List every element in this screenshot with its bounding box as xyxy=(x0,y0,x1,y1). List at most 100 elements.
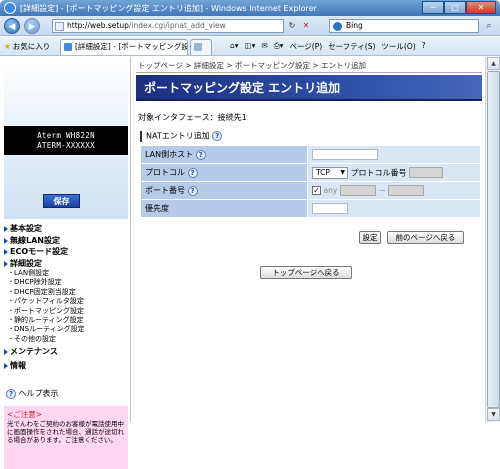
set-button[interactable]: 設定 xyxy=(359,231,381,244)
protocol-number-label: プロトコル番号 xyxy=(350,168,407,177)
sidebar-item-detail[interactable]: 詳細設定 xyxy=(2,258,130,270)
vertical-scrollbar[interactable]: ▲ ▼ xyxy=(485,57,500,422)
window-title: [詳細設定] - [ポートマッピング設定 エントリ追加] - Windows I… xyxy=(20,4,317,13)
address-path: /index.cgi/ipnat_add_view xyxy=(128,21,226,30)
new-tab-button[interactable] xyxy=(190,39,212,55)
sidebar: Aterm WH822N ATERM-XXXXXX 保存 基本設定 無線LAN設… xyxy=(0,57,131,469)
sidebar-subitem-port-mapping[interactable]: ポートマッピング設定 xyxy=(2,307,130,317)
model-id: ATERM-XXXXXX xyxy=(37,141,95,150)
help-icon[interactable]: ? xyxy=(212,131,223,141)
form-row-lan-host: LAN側ホスト ? xyxy=(140,145,481,164)
sidebar-subitem-other[interactable]: その他の設定 xyxy=(2,335,130,345)
search-placeholder: Bing xyxy=(346,21,363,30)
search-input[interactable]: Bing xyxy=(329,19,479,33)
tools-menu[interactable]: ツール(O) xyxy=(381,41,415,52)
sidebar-item-basic[interactable]: 基本設定 xyxy=(2,223,130,235)
notice-title: <ご注意> xyxy=(7,410,43,419)
breadcrumb: トップページ > 詳細設定 > ポートマッピング設定 > エントリ追加 xyxy=(138,61,367,70)
form-value-cell xyxy=(307,199,481,218)
form-value-cell: ✓ any － xyxy=(307,181,481,200)
form-value-cell xyxy=(307,145,481,164)
ie-logo-icon xyxy=(4,2,16,14)
lan-host-input[interactable] xyxy=(312,149,378,160)
priority-label: 優先度 xyxy=(145,204,169,213)
help-icon[interactable]: ? xyxy=(187,167,198,178)
page-menu[interactable]: ページ(P) xyxy=(289,41,322,52)
notice-body: 光でんわをご契約のお客様が電話使用中に画面操作をされた場合、通話が途切れる場合が… xyxy=(7,420,124,444)
star-icon: ★ xyxy=(4,42,11,51)
favorites-button[interactable]: ★ お気に入り xyxy=(4,41,50,52)
nat-entry-form: LAN側ホスト ? プロトコル ? TCP ▼ プロトコル番号 ポート番号 ? xyxy=(140,145,481,218)
address-input[interactable]: http://web.setup/index.cgi/ipnat_add_vie… xyxy=(52,19,284,33)
search-icon[interactable]: ⌕ xyxy=(482,19,496,33)
address-toolbar: ◀ ▶ http://web.setup/index.cgi/ipnat_add… xyxy=(0,16,500,36)
sidebar-subitem-dhcp-fixed[interactable]: DHCP固定割当設定 xyxy=(2,288,130,298)
print-icon[interactable]: ⎙▾ xyxy=(274,41,284,52)
section-heading: NATエントリ追加 ? xyxy=(140,131,223,142)
port-label: ポート番号 xyxy=(145,186,185,195)
bing-icon xyxy=(333,22,342,31)
tab-active[interactable]: [詳細設定] - [ポートマッピング設...x xyxy=(60,39,188,55)
form-label-cell: ポート番号 ? xyxy=(140,181,308,200)
close-button[interactable]: ✕ xyxy=(466,1,496,14)
scroll-up-icon[interactable]: ▲ xyxy=(487,57,500,70)
back-button[interactable]: ◀ xyxy=(4,18,20,34)
model-box: Aterm WH822N ATERM-XXXXXX xyxy=(4,126,128,155)
window-titlebar: [詳細設定] - [ポートマッピング設定 エントリ追加] - Windows I… xyxy=(0,0,500,16)
form-row-port: ポート番号 ? ✓ any － xyxy=(140,181,481,200)
help-icon[interactable]: ? xyxy=(187,185,198,196)
sidebar-item-wireless[interactable]: 無線LAN設定 xyxy=(2,235,130,247)
maximize-button[interactable]: □ xyxy=(444,1,466,14)
sidebar-subitem-packet-filter[interactable]: パケットフィルタ設定 xyxy=(2,297,130,307)
safety-menu[interactable]: セーフティ(S) xyxy=(328,41,375,52)
help-link[interactable]: ? ヘルプ表示 xyxy=(6,388,59,399)
scroll-thumb[interactable] xyxy=(487,71,500,408)
scroll-down-icon[interactable]: ▼ xyxy=(487,408,500,421)
forward-button[interactable]: ▶ xyxy=(24,18,40,34)
protocol-select[interactable]: TCP ▼ xyxy=(312,166,348,179)
help-menu[interactable]: ? xyxy=(422,41,426,52)
port-any-checkbox[interactable]: ✓ xyxy=(312,186,321,195)
favorites-label: お気に入り xyxy=(12,42,51,51)
minimize-button[interactable]: ─ xyxy=(422,1,444,14)
form-row-priority: 優先度 xyxy=(140,199,481,218)
page-icon xyxy=(55,22,64,31)
sidebar-item-eco[interactable]: ECOモード設定 xyxy=(2,246,130,258)
help-icon[interactable]: ? xyxy=(195,149,206,160)
model-name: Aterm WH822N xyxy=(37,131,95,140)
divider xyxy=(136,72,482,73)
page-title: ポートマッピング設定 エントリ追加 xyxy=(136,75,482,101)
form-label-cell: プロトコル ? xyxy=(140,163,308,182)
protocol-label: プロトコル xyxy=(145,168,185,177)
sidebar-subitem-lan[interactable]: LAN側設定 xyxy=(2,269,130,279)
chevron-down-icon: ▼ xyxy=(340,168,345,176)
port-end-input[interactable] xyxy=(388,185,425,196)
priority-input[interactable] xyxy=(312,203,348,214)
sidebar-subitem-dhcp-exclude[interactable]: DHCP除外設定 xyxy=(2,278,130,288)
section-title: NATエントリ追加 xyxy=(146,131,210,141)
sidebar-item-info[interactable]: 情報 xyxy=(2,360,130,372)
refresh-icon[interactable]: ↻ xyxy=(286,19,298,33)
address-controls: ↻ ✕ xyxy=(286,19,312,33)
tab-page-icon xyxy=(64,43,72,51)
command-menus: ⌂▾ ◫▾ ✉ ⎙▾ ページ(P) セーフティ(S) ツール(O) ? xyxy=(230,41,426,52)
top-page-button[interactable]: トップページへ戻る xyxy=(260,266,352,279)
port-start-input[interactable] xyxy=(339,185,376,196)
help-icon: ? xyxy=(6,388,16,399)
form-label-cell: LAN側ホスト ? xyxy=(140,145,308,164)
save-button[interactable]: 保存 xyxy=(43,194,80,208)
port-any-label: any xyxy=(323,186,338,195)
back-page-button[interactable]: 前のページへ戻る xyxy=(387,231,464,244)
form-value-cell: TCP ▼ プロトコル番号 xyxy=(307,163,481,182)
tab-label: [詳細設定] - [ポートマッピング設... xyxy=(75,42,188,51)
mail-icon[interactable]: ✉ xyxy=(261,41,267,52)
sidebar-item-maintenance[interactable]: メンテナンス xyxy=(2,346,130,358)
protocol-number-input[interactable] xyxy=(409,167,444,178)
feeds-icon[interactable]: ◫▾ xyxy=(245,41,256,52)
home-icon[interactable]: ⌂▾ xyxy=(230,41,239,52)
port-range-dash: － xyxy=(378,186,386,195)
stop-icon[interactable]: ✕ xyxy=(300,19,312,33)
command-toolbar: ★お気に入り [詳細設定] - [ポートマッピング設...x ⌂▾ ◫▾ ✉ ⎙… xyxy=(0,37,500,56)
sidebar-subitem-dns-routing[interactable]: DNSルーティング設定 xyxy=(2,325,130,335)
main-content: トップページ > 詳細設定 > ポートマッピング設定 > エントリ追加 ポートマ… xyxy=(132,57,485,422)
